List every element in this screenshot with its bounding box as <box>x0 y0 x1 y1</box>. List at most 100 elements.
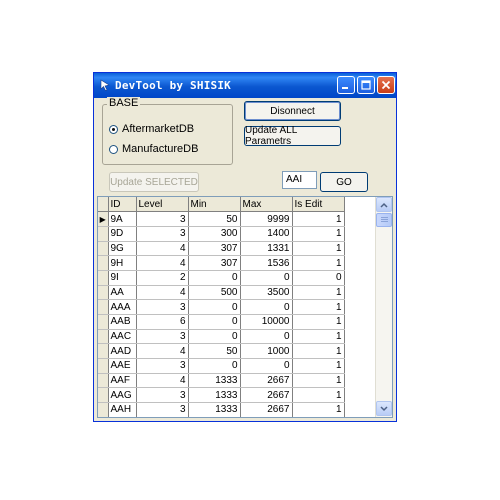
table-row[interactable]: AAD 4 50 1000 1 <box>98 343 345 360</box>
update-all-button[interactable]: Update ALL Parametrs <box>244 125 341 147</box>
radio-indicator[interactable] <box>109 144 118 154</box>
table-cell[interactable]: 1 <box>292 226 345 242</box>
table-cell[interactable]: 0 <box>240 329 293 345</box>
table-cell[interactable]: 1 <box>292 255 345 271</box>
title-bar[interactable]: DevTool by SHISIK <box>94 73 396 98</box>
table-cell[interactable]: 2667 <box>240 373 293 389</box>
table-cell[interactable]: 0 <box>240 270 293 286</box>
table-cell[interactable]: 2 <box>136 270 189 286</box>
table-cell[interactable]: 50 <box>188 343 241 360</box>
row-selector[interactable] <box>98 329 109 345</box>
vertical-scrollbar[interactable] <box>375 197 392 417</box>
table-cell[interactable]: 9I <box>108 270 137 286</box>
table-cell[interactable]: 2667 <box>240 402 293 417</box>
column-header[interactable]: ID <box>108 197 137 213</box>
row-selector[interactable] <box>98 387 109 404</box>
table-cell[interactable]: 4 <box>136 255 189 271</box>
table-cell[interactable]: 3 <box>136 387 189 404</box>
maximize-button[interactable] <box>357 76 375 94</box>
go-button[interactable]: GO <box>320 172 368 192</box>
table-cell[interactable]: 9G <box>108 241 137 257</box>
column-header[interactable]: Level <box>136 197 189 213</box>
table-row[interactable]: AAH 3 1333 2667 1 <box>98 402 345 417</box>
table-cell[interactable]: 9A <box>108 211 137 227</box>
table-row[interactable]: AAG 3 1333 2667 1 <box>98 387 345 404</box>
table-cell[interactable]: 500 <box>188 285 241 301</box>
table-cell[interactable]: 3 <box>136 226 189 242</box>
row-selector[interactable] <box>98 270 109 286</box>
table-cell[interactable]: AAA <box>108 299 137 315</box>
search-input[interactable]: AAI <box>282 171 317 189</box>
table-cell[interactable]: 1 <box>292 285 345 301</box>
row-selector[interactable] <box>98 226 109 242</box>
table-cell[interactable]: 1333 <box>188 373 241 389</box>
table-cell[interactable]: 9D <box>108 226 137 242</box>
table-cell[interactable]: 3 <box>136 402 189 417</box>
table-row[interactable]: 9D 3 300 1400 1 <box>98 226 345 242</box>
table-cell[interactable]: 1 <box>292 343 345 360</box>
table-cell[interactable]: 307 <box>188 255 241 271</box>
radio-indicator[interactable] <box>109 124 118 134</box>
table-cell[interactable]: 1333 <box>188 402 241 417</box>
table-cell[interactable]: 1400 <box>240 226 293 242</box>
row-selector[interactable] <box>98 343 109 360</box>
column-header[interactable]: Is Edit <box>292 197 345 213</box>
table-cell[interactable]: 0 <box>240 299 293 315</box>
disconnect-button[interactable]: Disonnect <box>244 101 341 121</box>
table-cell[interactable]: 1 <box>292 402 345 417</box>
table-row[interactable]: ▶ 9A 3 50 9999 1 <box>98 211 345 227</box>
update-selected-button[interactable]: Update SELECTED <box>109 172 199 192</box>
table-cell[interactable]: 1333 <box>188 387 241 404</box>
table-cell[interactable]: 1536 <box>240 255 293 271</box>
table-cell[interactable]: AAH <box>108 402 137 417</box>
table-cell[interactable]: AAD <box>108 343 137 360</box>
table-cell[interactable]: 1 <box>292 373 345 389</box>
table-cell[interactable]: AAB <box>108 314 137 330</box>
table-row[interactable]: 9H 4 307 1536 1 <box>98 255 345 271</box>
table-cell[interactable]: 4 <box>136 241 189 257</box>
table-cell[interactable]: AAG <box>108 387 137 404</box>
table-cell[interactable]: 3 <box>136 329 189 345</box>
row-selector[interactable]: ▶ <box>98 211 109 227</box>
table-cell[interactable]: AAE <box>108 358 137 374</box>
table-row[interactable]: AAA 3 0 0 1 <box>98 299 345 315</box>
column-header[interactable]: Min <box>188 197 241 213</box>
table-cell[interactable]: 1 <box>292 387 345 404</box>
table-cell[interactable]: 1331 <box>240 241 293 257</box>
table-cell[interactable]: 0 <box>240 358 293 374</box>
table-cell[interactable]: 3500 <box>240 285 293 301</box>
table-cell[interactable]: AAF <box>108 373 137 389</box>
table-row[interactable]: 9G 4 307 1331 1 <box>98 241 345 257</box>
table-cell[interactable]: 4 <box>136 343 189 360</box>
table-row[interactable]: AAC 3 0 0 1 <box>98 329 345 345</box>
table-cell[interactable]: 6 <box>136 314 189 330</box>
scroll-up-button[interactable] <box>376 197 392 212</box>
table-cell[interactable]: 1 <box>292 211 345 227</box>
scroll-thumb[interactable] <box>376 213 392 227</box>
table-cell[interactable]: 1 <box>292 329 345 345</box>
table-cell[interactable]: 10000 <box>240 314 293 330</box>
table-cell[interactable]: 0 <box>188 299 241 315</box>
table-row[interactable]: AAB 6 0 10000 1 <box>98 314 345 330</box>
close-button[interactable] <box>377 76 395 94</box>
table-row[interactable]: AA 4 500 3500 1 <box>98 285 345 301</box>
table-cell[interactable]: 50 <box>188 211 241 227</box>
row-selector[interactable] <box>98 358 109 374</box>
minimize-button[interactable] <box>337 76 355 94</box>
table-row[interactable]: 9I 2 0 0 0 <box>98 270 345 286</box>
column-header[interactable]: Max <box>240 197 293 213</box>
row-selector[interactable] <box>98 285 109 301</box>
table-cell[interactable]: 1000 <box>240 343 293 360</box>
radio-manufacturedb[interactable]: ManufactureDB <box>109 143 198 155</box>
table-cell[interactable]: 3 <box>136 299 189 315</box>
table-cell[interactable]: 1 <box>292 299 345 315</box>
row-selector[interactable] <box>98 241 109 257</box>
row-selector[interactable] <box>98 314 109 330</box>
table-cell[interactable]: 4 <box>136 285 189 301</box>
table-cell[interactable]: 4 <box>136 373 189 389</box>
table-cell[interactable]: 9H <box>108 255 137 271</box>
table-row[interactable]: AAE 3 0 0 1 <box>98 358 345 374</box>
data-grid[interactable]: ID Level Min Max Is Edit ▶ 9A 3 50 9999 1 9D 3 300 140… <box>97 196 393 418</box>
table-cell[interactable]: 9999 <box>240 211 293 227</box>
table-cell[interactable]: 0 <box>188 314 241 330</box>
